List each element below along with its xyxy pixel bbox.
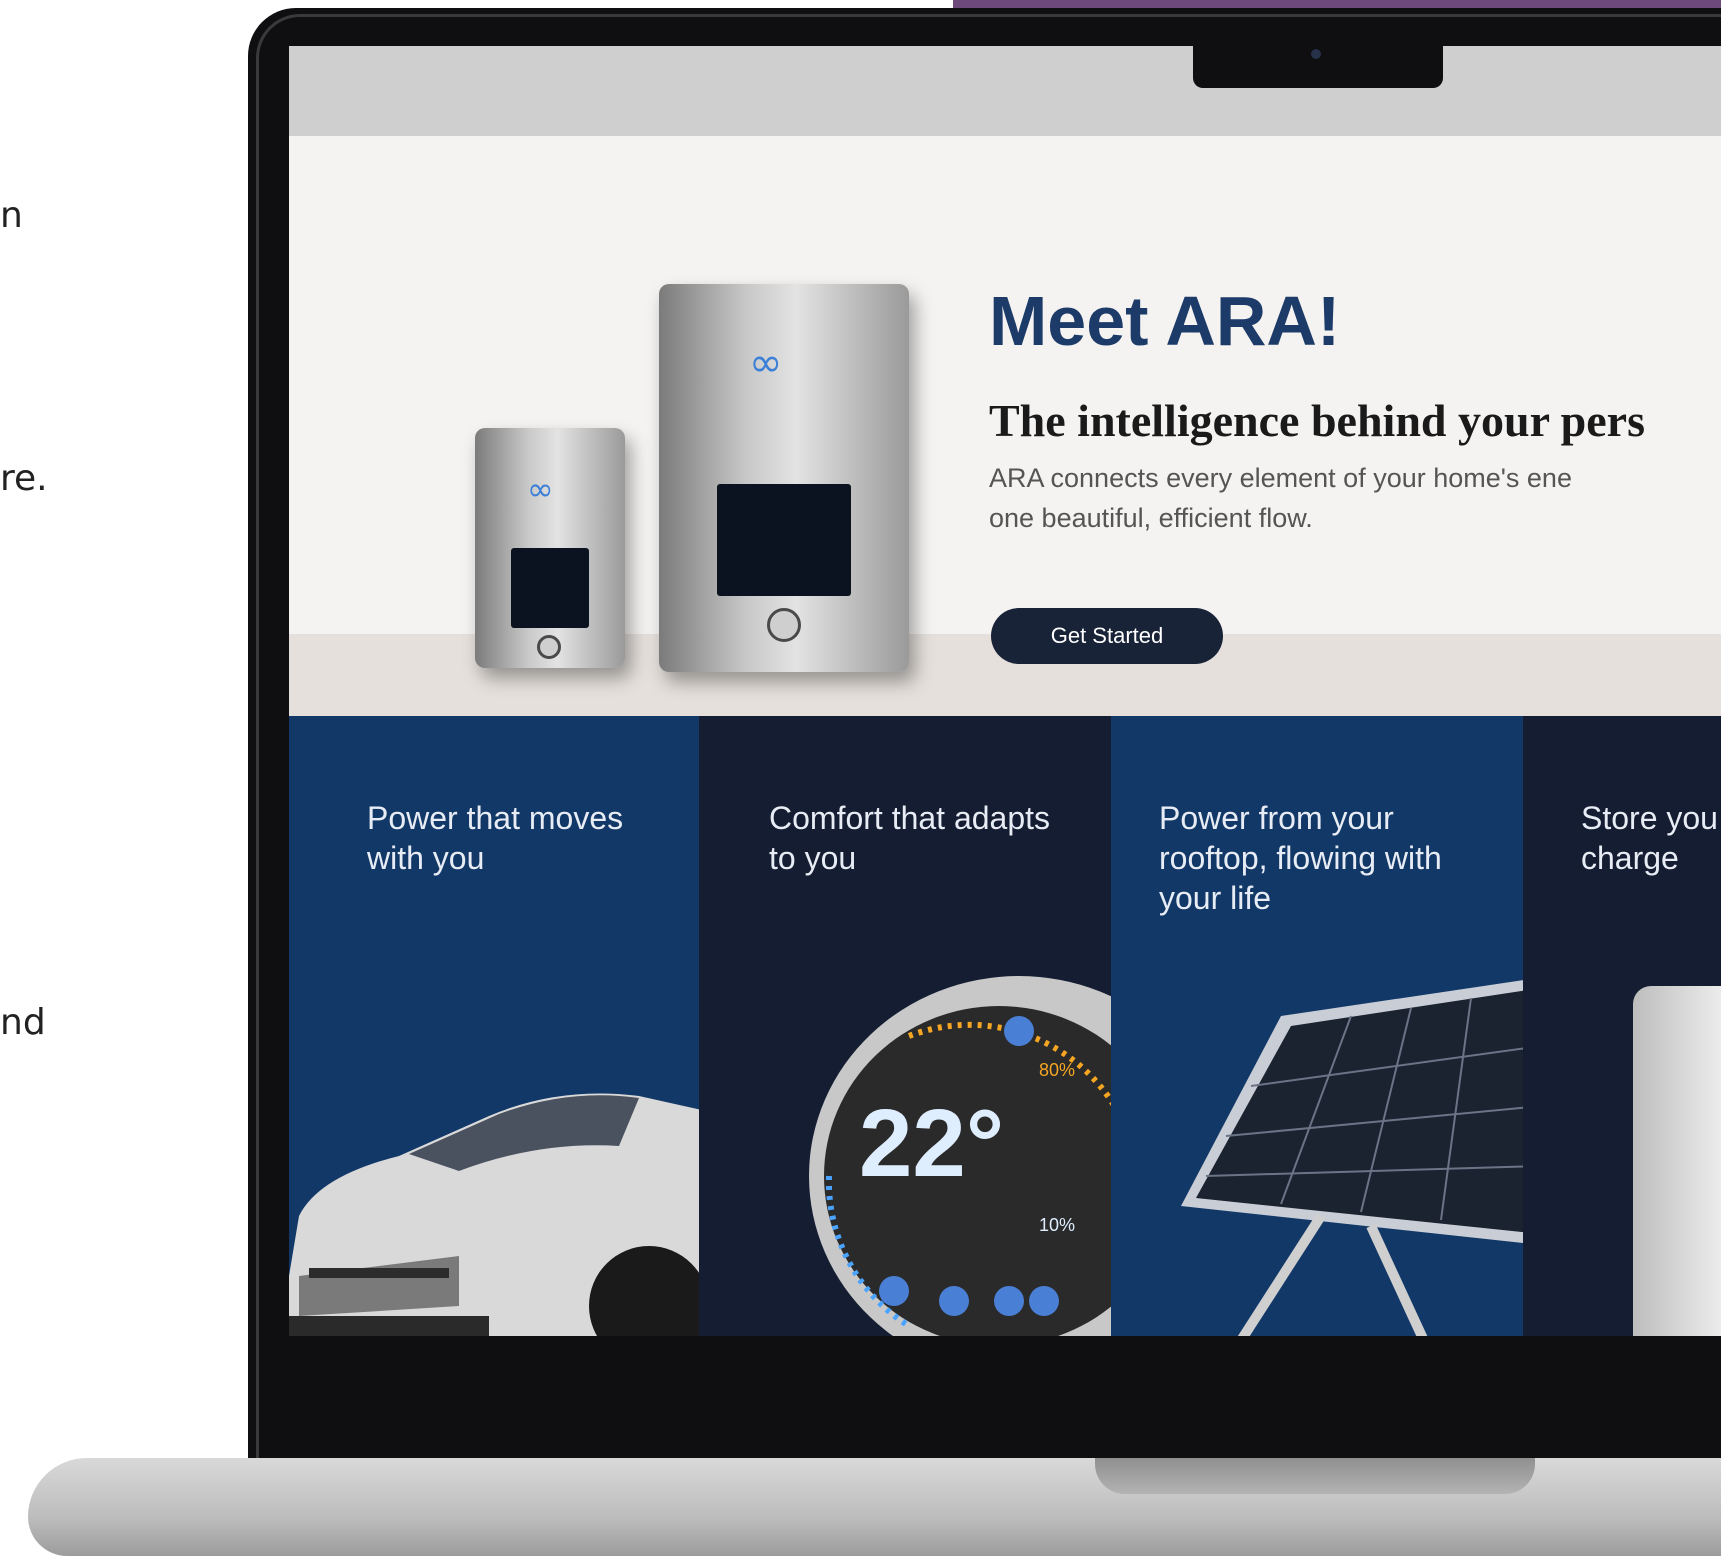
home-battery-image [1633,986,1721,1336]
infinity-logo-icon: ∞ [749,340,783,386]
side-text-fragment-1: n [0,195,23,236]
device-display [717,484,851,596]
ara-device-large: ∞ [659,284,909,672]
hero-description-line-1: ARA connects every element of your home'… [989,463,1572,493]
laptop-base-notch [1095,1458,1535,1494]
camera-icon [1311,49,1321,59]
feature-card-caption: Power from your rooftop, flowing with yo… [1159,800,1442,916]
feature-card-caption: Store you calm in ev charge [1581,800,1721,876]
side-text-fragment-2: re. [0,458,48,499]
feature-card-ev[interactable]: Power that moves with you [289,716,699,1336]
solar-panel-image [1181,980,1523,1336]
hero-section: ∞ ∞ Meet ARA! The intelligence behind yo… [289,136,1721,762]
hero-description-line-2: one beautiful, efficient flow. [989,503,1313,533]
hero-description: ARA connects every element of your home'… [989,458,1572,538]
feature-card-comfort[interactable]: Comfort that adapts to you 22° 80% 10% [699,716,1111,1336]
electric-car-image [289,1093,699,1336]
feature-card-caption: Comfort that adapts to you [769,800,1051,876]
feature-card-caption: Power that moves with you [367,800,624,876]
thermostat-image: 22° 80% 10% [809,976,1111,1336]
side-text-fragment-3: nd [0,1002,46,1043]
get-started-button[interactable]: Get Started [991,608,1223,664]
screen-bottom-bezel [289,1336,1721,1378]
hero-subtitle: The intelligence behind your pers [989,395,1645,446]
laptop-screen: ∞ ∞ Meet ARA! The intelligence behind yo… [289,46,1721,1378]
ara-device-small: ∞ [475,428,625,668]
device-display [511,548,589,628]
device-knob [537,635,561,659]
feature-card-storage[interactable]: Store you calm in ev charge [1523,716,1721,1336]
feature-card-solar[interactable]: Power from your rooftop, flowing with yo… [1111,716,1523,1336]
device-knob [767,608,801,642]
page-title: Meet ARA! [989,282,1341,360]
thermostat-high-label: 80% [1039,1060,1075,1080]
thermostat-low-label: 10% [1039,1215,1075,1235]
thermostat-temperature: 22° [859,1090,1004,1197]
infinity-logo-icon: ∞ [527,470,554,508]
